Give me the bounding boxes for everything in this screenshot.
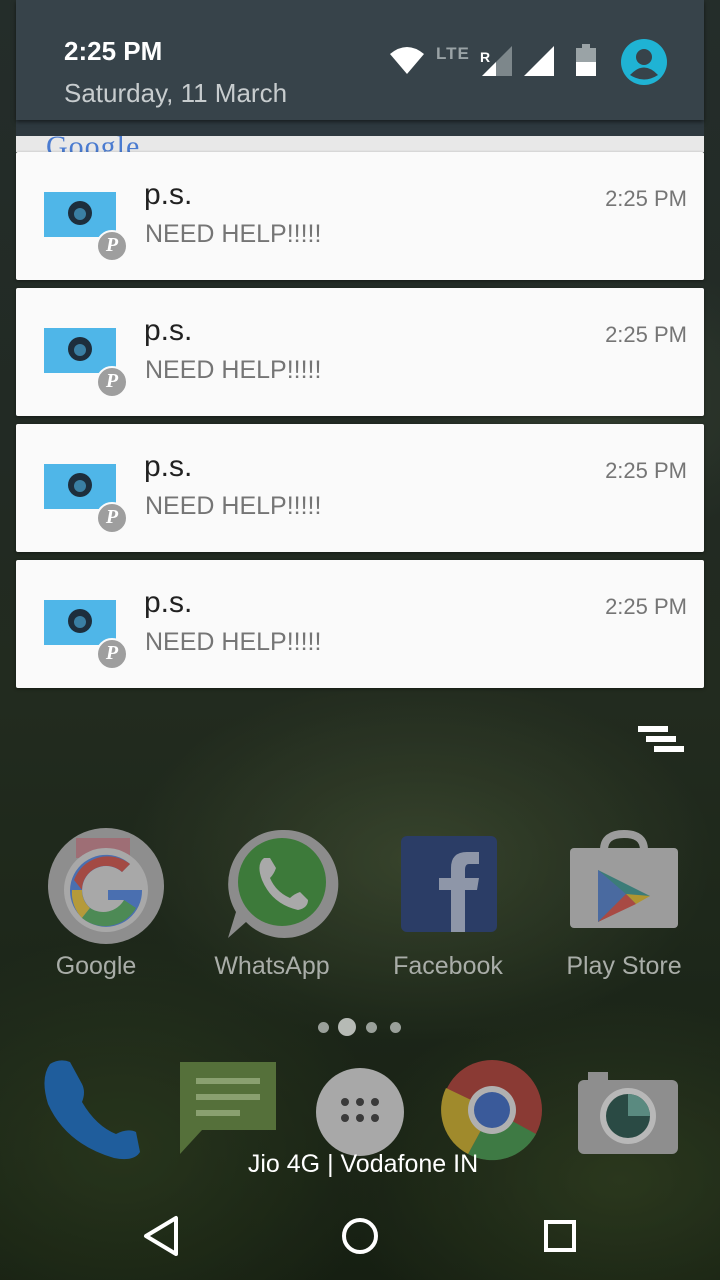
page-indicator (316, 1018, 406, 1038)
phone-icon[interactable] (40, 1058, 150, 1162)
notification-time: 2:25 PM (605, 458, 687, 483)
navigation-bar (0, 1190, 720, 1280)
notification-card[interactable]: P p.s. NEED HELP!!!!! 2:25 PM (16, 152, 704, 280)
notification-title: p.s. (144, 586, 193, 619)
messages-icon[interactable] (176, 1058, 280, 1162)
notification-card[interactable]: P p.s. NEED HELP!!!!! 2:25 PM (16, 560, 704, 688)
app-badge-icon: P (96, 502, 128, 534)
app-badge-icon: P (96, 638, 128, 670)
app-label: Play Store (566, 952, 682, 980)
recents-icon[interactable] (536, 1212, 584, 1260)
notification-text: NEED HELP!!!!! (145, 220, 322, 248)
app-badge-icon: P (96, 230, 128, 262)
google-widget-text: Google (46, 136, 140, 152)
page-dot (390, 1022, 401, 1033)
signal-roaming-icon: R (480, 46, 512, 76)
notification-time: 2:25 PM (605, 186, 687, 211)
notification-header[interactable]: 2:25 PM Saturday, 11 March (16, 0, 704, 120)
app-drawer-icon[interactable] (314, 1066, 406, 1158)
user-avatar-icon[interactable] (620, 38, 668, 86)
page-dot (318, 1022, 329, 1033)
person-icon (68, 473, 92, 497)
home-icon[interactable] (336, 1212, 384, 1260)
google-widget-peek: Google (16, 136, 704, 152)
app-label: Google (55, 952, 137, 980)
notification-card[interactable]: P p.s. NEED HELP!!!!! 2:25 PM (16, 424, 704, 552)
notification-text: NEED HELP!!!!! (145, 628, 322, 656)
roaming-mark: R (480, 49, 490, 65)
page-dot-active (338, 1018, 356, 1036)
whatsapp-icon (228, 829, 339, 938)
clock: 2:25 PM (64, 36, 163, 66)
battery-icon (576, 44, 596, 76)
app-badge-icon: P (96, 366, 128, 398)
person-icon (68, 609, 92, 633)
back-icon[interactable] (138, 1212, 186, 1260)
person-icon (68, 201, 92, 225)
clear-all-icon[interactable] (638, 726, 688, 762)
notification-title: p.s. (144, 178, 193, 211)
notification-title: p.s. (144, 450, 193, 483)
carrier-label: Jio 4G | Vodafone IN (247, 1150, 479, 1178)
notification-text: NEED HELP!!!!! (145, 492, 322, 520)
app-label: Facebook (393, 952, 503, 980)
app-facebook[interactable]: Facebook (373, 820, 523, 990)
notification-card[interactable]: P p.s. NEED HELP!!!!! 2:25 PM (16, 288, 704, 416)
camera-icon[interactable] (576, 1070, 680, 1160)
notification-time: 2:25 PM (605, 322, 687, 347)
app-whatsapp[interactable]: WhatsApp (197, 820, 347, 990)
wifi-icon (390, 47, 424, 74)
notification-text: NEED HELP!!!!! (145, 356, 322, 384)
app-playstore[interactable]: Play Store (549, 820, 699, 990)
chrome-icon[interactable] (440, 1058, 544, 1162)
app-google[interactable]: Google (21, 820, 171, 990)
play-store-icon (570, 829, 678, 928)
notification-time: 2:25 PM (605, 594, 687, 619)
signal-icon (524, 46, 554, 76)
page-dot (366, 1022, 377, 1033)
facebook-icon (401, 836, 497, 932)
google-icon (48, 828, 164, 944)
header-shade (16, 120, 704, 136)
notification-title: p.s. (144, 314, 193, 347)
date[interactable]: Saturday, 11 March (64, 78, 287, 109)
person-icon (68, 337, 92, 361)
network-type-label: LTE (436, 44, 470, 63)
app-label: WhatsApp (214, 952, 330, 980)
